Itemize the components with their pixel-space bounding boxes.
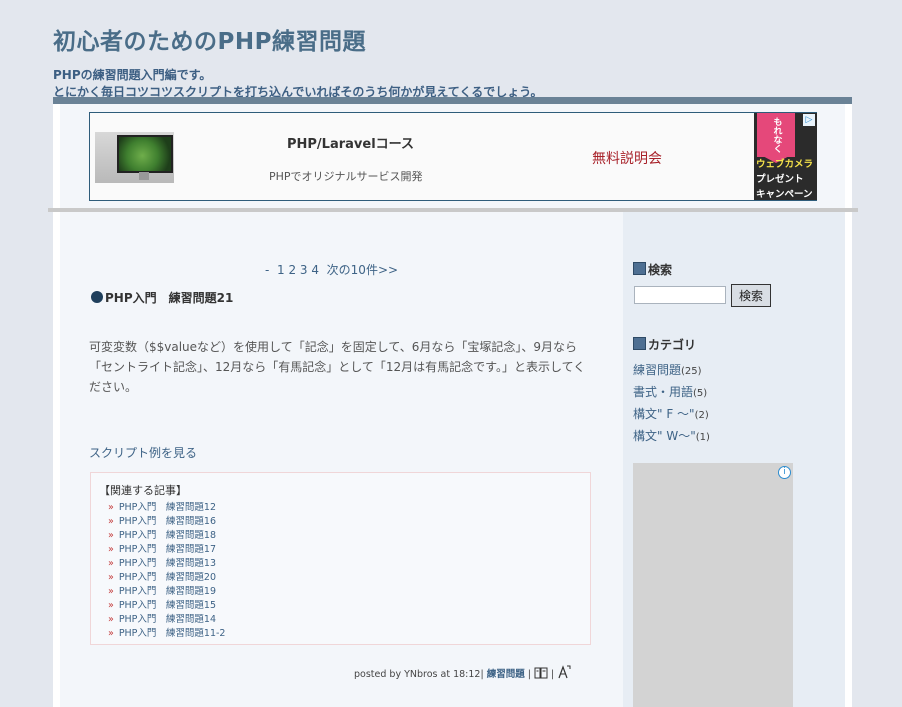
adchoices-icon[interactable]: ▷ — [803, 114, 815, 126]
category-count: (5) — [693, 388, 708, 399]
category-heading-text: カテゴリ — [648, 338, 697, 352]
ad-banner-pink-block: もれなく — [757, 113, 795, 157]
site-description-line1: PHPの練習問題入門編です。 — [53, 68, 212, 82]
related-item-link[interactable]: PHP入門 練習問題13 — [119, 558, 216, 569]
ad-banner-line2: ウェブカメラ — [756, 159, 814, 170]
pager-page-3[interactable]: 3 — [300, 263, 308, 277]
post-footer: posted by YNbros at 18:12| 練習問題 | | — [354, 665, 571, 680]
related-item[interactable]: » PHP入門 練習問題15 — [108, 599, 225, 613]
site-description: PHPの練習問題入門編です。 とにかく毎日コツコツスクリプトを打ち込んでいればそ… — [53, 67, 542, 101]
square-bullet-icon — [633, 337, 646, 350]
category-link[interactable]: 構文" W～" — [633, 429, 696, 443]
square-bullet-icon — [633, 262, 646, 275]
bullet-icon: » — [108, 530, 114, 541]
category-item[interactable]: 構文" W～"(1) — [633, 426, 710, 448]
pager-page-2[interactable]: 2 — [288, 263, 296, 277]
related-item[interactable]: » PHP入門 練習問題16 — [108, 515, 225, 529]
related-list: » PHP入門 練習問題12 » PHP入門 練習問題16 » PHP入門 練習問題1… — [108, 501, 225, 641]
share-icon[interactable] — [557, 665, 571, 679]
category-item[interactable]: 練習問題(25) — [633, 360, 710, 382]
related-item-link[interactable]: PHP入門 練習問題17 — [119, 544, 216, 555]
footer-separator: | — [527, 669, 531, 680]
pagination: - 1 2 3 4 次の10件>> — [265, 261, 398, 278]
related-item[interactable]: » PHP入門 練習問題13 — [108, 557, 225, 571]
header-divider — [48, 208, 858, 212]
post-body: 可変変数（$$valueなど）を使用して「記念」を固定して、6月なら「宝塚記念」… — [89, 340, 586, 394]
post-title-text: PHP入門 練習問題21 — [105, 291, 234, 305]
sidebar-ad[interactable]: i — [633, 463, 793, 707]
related-item-link[interactable]: PHP入門 練習問題12 — [119, 502, 216, 513]
site-title[interactable]: 初心者のためのPHP練習問題 — [53, 22, 366, 56]
ad-cta-link[interactable]: 無料説明会 — [592, 148, 662, 168]
related-item-link[interactable]: PHP入門 練習問題15 — [119, 600, 216, 611]
category-link[interactable]: 書式・用語 — [633, 385, 693, 399]
pager-next-link[interactable]: 次の10件>> — [327, 263, 398, 277]
search-input[interactable] — [634, 286, 726, 304]
top-bar — [53, 97, 852, 104]
related-item[interactable]: » PHP入門 練習問題17 — [108, 543, 225, 557]
ad-info-icon[interactable]: i — [778, 466, 791, 479]
related-item[interactable]: » PHP入門 練習問題12 — [108, 501, 225, 515]
ad-banner-line1: もれなく — [771, 117, 782, 153]
search-heading-text: 検索 — [648, 263, 673, 277]
related-item[interactable]: » PHP入門 練習問題14 — [108, 613, 225, 627]
search-heading: 検索 — [633, 261, 672, 278]
category-heading: カテゴリ — [633, 336, 696, 353]
bullet-icon: » — [108, 558, 114, 569]
related-item[interactable]: » PHP入門 練習問題11-2 — [108, 627, 225, 641]
related-articles-box: 【関連する記事】 » PHP入門 練習問題12 » PHP入門 練習問題16 » PH… — [90, 472, 591, 645]
related-item-link[interactable]: PHP入門 練習問題16 — [119, 516, 216, 527]
monitor-icon — [117, 135, 173, 173]
related-item[interactable]: » PHP入門 練習問題19 — [108, 585, 225, 599]
related-item-link[interactable]: PHP入門 練習問題18 — [119, 530, 216, 541]
ad-banner-line4: キャンペーン — [756, 189, 813, 200]
post-title: PHP入門 練習問題21 — [91, 289, 233, 306]
category-count: (1) — [695, 432, 710, 443]
footer-category-link[interactable]: 練習問題 — [487, 669, 525, 680]
category-link[interactable]: 構文" F ～" — [633, 407, 695, 421]
bullet-icon: » — [108, 502, 114, 513]
ad-banner-text: ウェブカメラ プレゼント キャンペーン — [756, 157, 813, 200]
category-item[interactable]: 構文" F ～"(2) — [633, 404, 710, 426]
category-list: 練習問題(25) 書式・用語(5) 構文" F ～"(2) 構文" W～"(1) — [633, 360, 710, 448]
bullet-icon: » — [108, 544, 114, 555]
ad-banner-line3: プレゼント — [756, 174, 804, 185]
script-example-link[interactable]: スクリプト例を見る — [89, 444, 197, 461]
ad-title[interactable]: PHP/Laravelコース — [287, 133, 414, 152]
ad-thumbnail-image[interactable] — [95, 132, 174, 183]
bullet-icon: » — [108, 572, 114, 583]
search-button[interactable]: 検索 — [731, 284, 771, 307]
top-ad-banner[interactable]: PHP/Laravelコース PHPでオリジナルサービス開発 無料説明会 もれな… — [89, 112, 817, 201]
related-item-link[interactable]: PHP入門 練習問題19 — [119, 586, 216, 597]
related-heading: 【関連する記事】 — [99, 484, 187, 497]
pager-page-4[interactable]: 4 — [311, 263, 319, 277]
category-link[interactable]: 練習問題 — [633, 363, 681, 377]
related-item-link[interactable]: PHP入門 練習問題20 — [119, 572, 216, 583]
category-item[interactable]: 書式・用語(5) — [633, 382, 710, 404]
bullet-icon: » — [108, 614, 114, 625]
related-item[interactable]: » PHP入門 練習問題20 — [108, 571, 225, 585]
related-item[interactable]: » PHP入門 練習問題18 — [108, 529, 225, 543]
footer-separator: | — [551, 669, 555, 680]
related-item-link[interactable]: PHP入門 練習問題11-2 — [119, 628, 226, 639]
ad-side-banner[interactable]: もれなく ウェブカメラ プレゼント キャンペーン ▷ — [754, 113, 817, 200]
posted-by-text: posted by YNbros at 18:12| — [354, 669, 484, 680]
bullet-icon: » — [108, 586, 114, 597]
category-count: (25) — [681, 366, 702, 377]
bullet-icon: » — [108, 516, 114, 527]
bookmark-icon[interactable] — [534, 667, 548, 679]
related-item-link[interactable]: PHP入門 練習問題14 — [119, 614, 216, 625]
bullet-dot-icon — [91, 291, 103, 303]
pager-prefix: - — [265, 263, 270, 277]
bullet-icon: » — [108, 628, 114, 639]
bullet-icon: » — [108, 600, 114, 611]
category-count: (2) — [694, 410, 709, 421]
monitor-stand — [139, 172, 149, 180]
ad-subtitle: PHPでオリジナルサービス開発 — [269, 170, 423, 183]
pager-page-1[interactable]: 1 — [277, 263, 285, 277]
